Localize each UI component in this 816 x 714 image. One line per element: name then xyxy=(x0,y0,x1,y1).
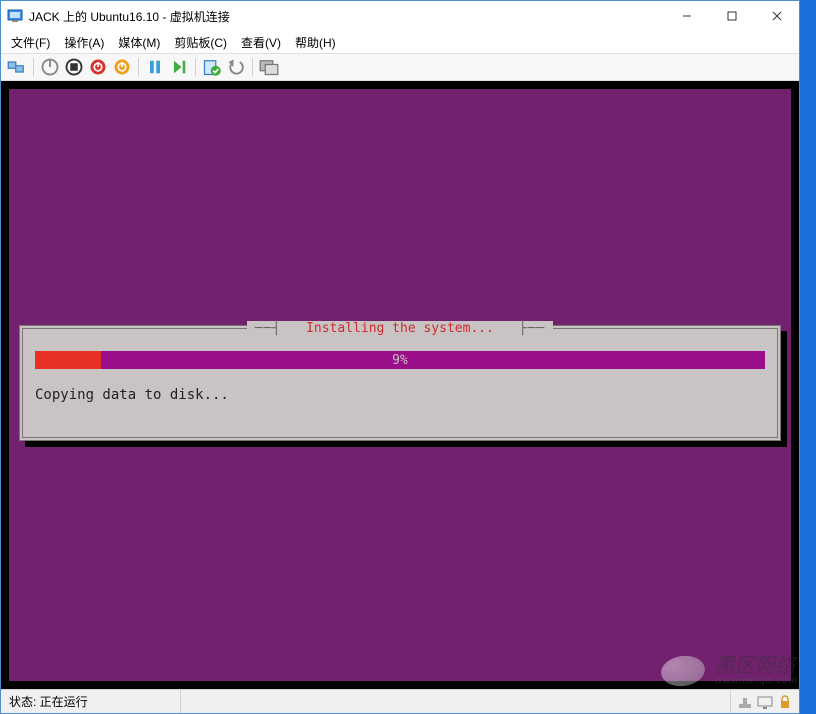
status-icons xyxy=(731,694,799,710)
title-border-right: ├── xyxy=(502,321,553,336)
reset-icon xyxy=(169,57,189,77)
maximize-icon xyxy=(727,11,737,21)
separator xyxy=(138,58,139,76)
close-icon xyxy=(772,11,782,21)
display-icon xyxy=(757,694,773,710)
separator xyxy=(33,58,34,76)
separator xyxy=(252,58,253,76)
dialog-title-row: ──┤ Installing the system... ├── xyxy=(23,321,777,336)
status-empty xyxy=(181,690,731,713)
menu-clipboard[interactable]: 剪贴板(C) xyxy=(174,34,227,51)
menubar: 文件(F) 操作(A) 媒体(M) 剪贴板(C) 查看(V) 帮助(H) xyxy=(1,31,799,53)
menu-view[interactable]: 查看(V) xyxy=(241,34,281,51)
revert-button[interactable] xyxy=(226,57,246,77)
menu-action[interactable]: 操作(A) xyxy=(64,34,104,51)
status-text: 状态: 正在运行 xyxy=(1,690,181,713)
checkpoint-button[interactable] xyxy=(202,57,222,77)
hyperv-window: JACK 上的 Ubuntu16.10 - 虚拟机连接 文件(F) 操作(A) … xyxy=(0,0,800,714)
turnoff-button[interactable] xyxy=(64,57,84,77)
minimize-button[interactable] xyxy=(664,1,709,31)
shutdown-icon xyxy=(88,57,108,77)
titlebar: JACK 上的 Ubuntu16.10 - 虚拟机连接 xyxy=(1,1,799,31)
installer-dialog: ──┤ Installing the system... ├── 9% Copy… xyxy=(19,325,781,441)
install-status-text: Copying data to disk... xyxy=(35,387,229,403)
save-icon xyxy=(112,57,132,77)
menu-file[interactable]: 文件(F) xyxy=(11,34,50,51)
statusbar: 状态: 正在运行 xyxy=(1,689,799,713)
title-border-left: ──┤ xyxy=(247,321,298,336)
keys-icon xyxy=(7,57,27,77)
separator xyxy=(195,58,196,76)
menu-help[interactable]: 帮助(H) xyxy=(295,34,336,51)
close-button[interactable] xyxy=(754,1,799,31)
pause-button[interactable] xyxy=(145,57,165,77)
progress-bar: 9% xyxy=(35,351,765,369)
network-icon xyxy=(737,694,753,710)
toolbar xyxy=(1,53,799,81)
lock-icon xyxy=(777,694,793,710)
start-icon xyxy=(40,57,60,77)
pause-icon xyxy=(145,57,165,77)
app-icon xyxy=(7,8,23,24)
maximize-button[interactable] xyxy=(709,1,754,31)
window-title: JACK 上的 Ubuntu16.10 - 虚拟机连接 xyxy=(29,8,230,25)
dialog-title: Installing the system... xyxy=(298,321,502,336)
enhanced-session-icon xyxy=(259,57,279,77)
turnoff-icon xyxy=(64,57,84,77)
reset-button[interactable] xyxy=(169,57,189,77)
minimize-icon xyxy=(682,11,692,21)
menu-media[interactable]: 媒体(M) xyxy=(118,34,160,51)
guest-screen[interactable]: ──┤ Installing the system... ├── 9% Copy… xyxy=(9,89,791,681)
vm-display-area: ──┤ Installing the system... ├── 9% Copy… xyxy=(1,81,799,689)
shutdown-button[interactable] xyxy=(88,57,108,77)
enhanced-session-button[interactable] xyxy=(259,57,279,77)
checkpoint-icon xyxy=(202,57,222,77)
revert-icon xyxy=(226,57,246,77)
save-button[interactable] xyxy=(112,57,132,77)
window-controls xyxy=(664,1,799,31)
ctrl-alt-del-button[interactable] xyxy=(7,57,27,77)
progress-percent: 9% xyxy=(35,351,765,369)
start-button[interactable] xyxy=(40,57,60,77)
